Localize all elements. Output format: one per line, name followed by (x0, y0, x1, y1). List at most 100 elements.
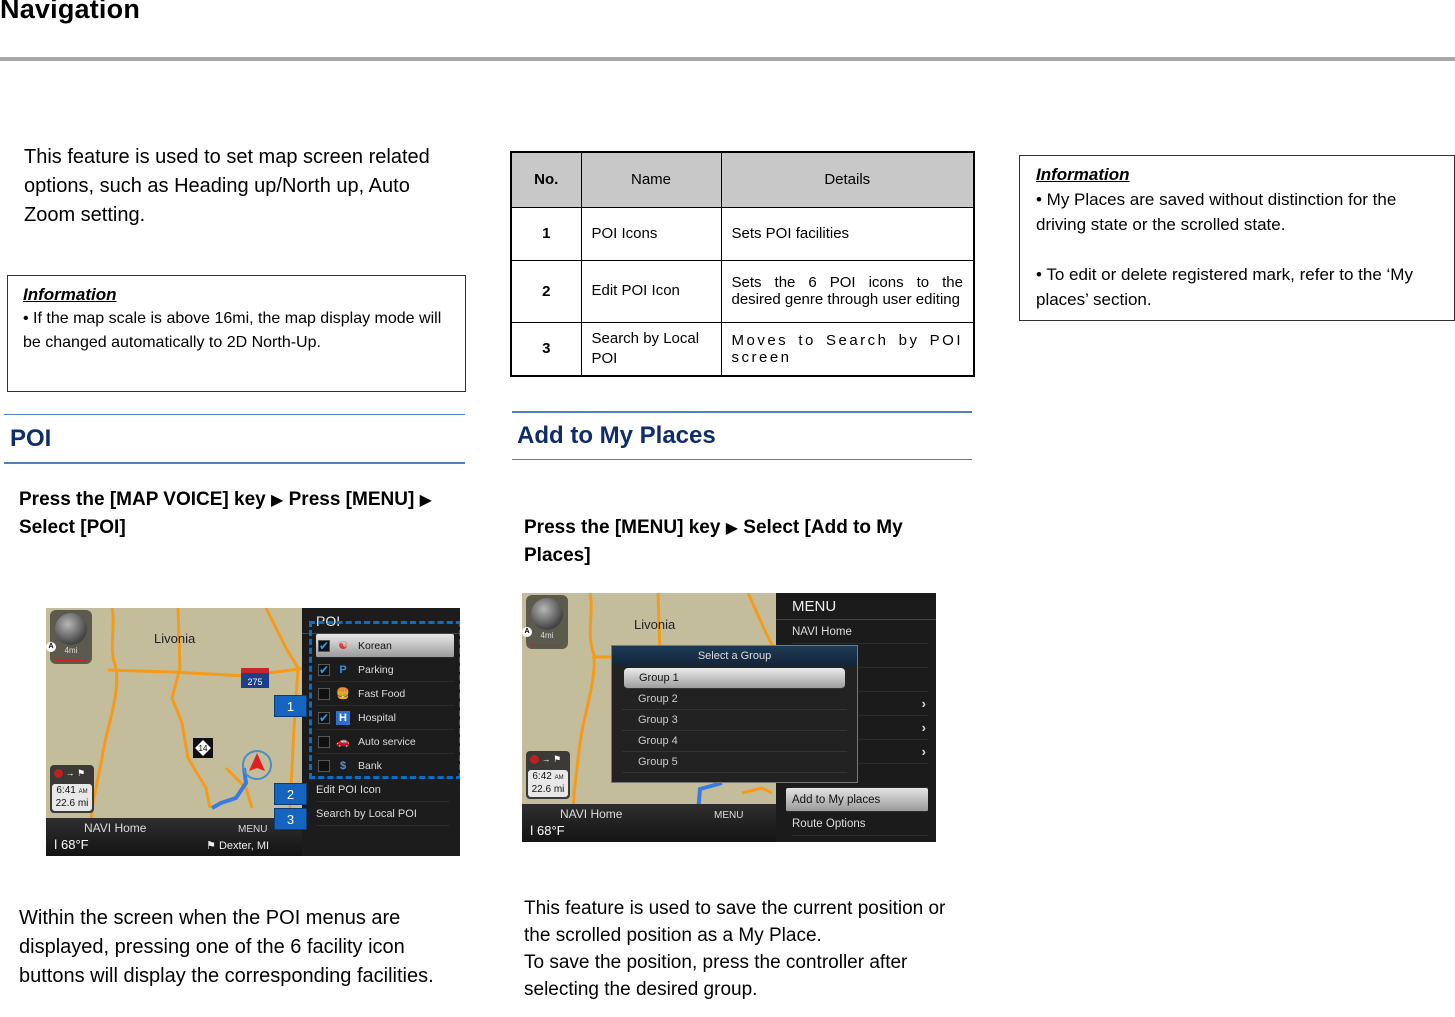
table-row: 1 POI Icons Sets POI facilities (510, 206, 975, 261)
eta-time: 6:41 (56, 785, 76, 796)
vehicle-position-icon (249, 753, 265, 771)
intro-paragraph: This feature is used to set map screen r… (24, 146, 430, 226)
temperature-value: 68°F (537, 823, 565, 838)
eta-icons: → ⚑ (52, 767, 92, 780)
scale-bar (56, 658, 86, 661)
cell-no: 1 (510, 206, 582, 261)
chevron-right-icon: › (921, 696, 926, 711)
title-divider (0, 57, 1455, 61)
compass-widget[interactable]: A 4mi (46, 610, 92, 664)
map-scale: 4mi (64, 646, 78, 655)
instruction-step: Press [MENU] (288, 489, 415, 510)
poi-description: Within the screen when the POI menus are… (19, 907, 434, 987)
info-bullet: • To edit or delete registered mark, ref… (1036, 265, 1413, 309)
info-bullet: • My Places are saved without distinctio… (1036, 190, 1397, 234)
map-bottom-bar: NAVI Home MENU ǀ 68°F ⚑ Dexter, MI (46, 818, 302, 856)
compass-icon (531, 598, 563, 630)
select-group-dialog: Select a Group Group 1 Group 2 Group 3 Grou… (611, 645, 858, 783)
instruction-step: Select [POI] (19, 517, 126, 538)
map-bottom-bar: NAVI Home MENU ǀ 68°F (522, 804, 782, 842)
poi-instruction: Press the [MAP VOICE] key ▶ Press [MENU]… (19, 486, 469, 541)
section-heading-add-to-my-places: Add to My Places (512, 411, 972, 460)
table-row: 3 Search by Local POI Moves to Search by… (510, 321, 975, 377)
cell-no: 2 (510, 259, 582, 323)
scale-bar (532, 643, 562, 646)
column-header-no: No. (510, 151, 582, 208)
menu-item-label: Add to My places (792, 794, 881, 806)
temperature-value: 68°F (61, 837, 89, 852)
add-description: This feature is used to save the current… (524, 895, 974, 1003)
map-scale: 4mi (540, 631, 554, 640)
menu-panel-title: MENU (776, 593, 936, 620)
cell-no: 3 (510, 321, 582, 377)
city-label: Livonia (154, 631, 196, 646)
menu-item[interactable]: Route Options (792, 812, 928, 836)
compass-icon (55, 613, 87, 645)
group-item[interactable]: Group 1 (624, 668, 845, 689)
alarm-icon (54, 769, 63, 779)
group-item[interactable]: Group 4 (622, 731, 847, 752)
info-box-map-scale: Information • If the map scale is above … (7, 275, 466, 392)
alarm-icon (530, 755, 539, 765)
group-item[interactable]: Group 3 (622, 710, 847, 731)
eta-ampm: AM (78, 789, 88, 795)
thermometer-icon: ǀ (530, 823, 534, 838)
poi-options-table: No. Name Details 1 POI Icons Sets POI fa… (510, 151, 975, 377)
poi-screenshot: 275 14 A 4mi Livonia → ⚑ 6:41 AM 22.6 mi… (46, 608, 460, 856)
dialog-title: Select a Group (612, 646, 857, 666)
poi-icons-highlight (309, 621, 460, 779)
add-instruction: Press the [MENU] key ▶ Select [Add to My… (524, 514, 944, 569)
description-line: To save the position, press the controll… (524, 952, 908, 1000)
group-item[interactable]: Group 2 (622, 689, 847, 710)
temperature: ǀ 68°F (530, 823, 565, 838)
eta-time: 6:42 (532, 771, 552, 782)
group-item[interactable]: Group 5 (622, 752, 847, 773)
eta-ampm: AM (554, 775, 564, 781)
table-header-row: No. Name Details (510, 151, 975, 208)
cell-details: Moves to Search by POI screen (720, 321, 975, 377)
cell-details: Sets POI facilities (720, 206, 975, 261)
eta-distance: 22.6 mi (531, 784, 565, 795)
route-14-label: 14 (199, 744, 208, 753)
menu-item[interactable]: NAVI Home (792, 620, 928, 644)
menu-item-label: Route Options (792, 818, 866, 830)
destination: ⚑ Dexter, MI (206, 839, 269, 852)
eta-widget[interactable]: → ⚑ 6:42 AM 22.6 mi (526, 751, 570, 799)
menu-button[interactable]: MENU (238, 824, 267, 835)
navi-home-button[interactable]: NAVI Home (560, 807, 622, 821)
cell-details: Sets the 6 POI icons to the desired genr… (720, 259, 975, 323)
checkered-flag-icon: ⚑ (206, 840, 216, 852)
search-local-poi-button[interactable]: Search by Local POI (316, 802, 450, 826)
cell-name: POI Icons (580, 206, 722, 261)
column-header-details: Details (720, 151, 975, 208)
eta-icons: → ⚑ (528, 753, 568, 766)
info-title: Information (23, 285, 117, 304)
add-my-places-screenshot: A 4mi Livonia → ⚑ 6:42 AM 22.6 mi NAVI H… (522, 593, 936, 842)
page-title: Navigation (0, 0, 141, 24)
table-row: 2 Edit POI Icon Sets the 6 POI icons to … (510, 259, 975, 323)
cell-name: Edit POI Icon (580, 259, 722, 323)
arrow-right-icon: ▶ (725, 520, 738, 537)
edit-poi-icon-button[interactable]: Edit POI Icon (316, 778, 450, 802)
menu-item[interactable]: Add to My places (786, 788, 928, 812)
eta-distance: 22.6 mi (55, 798, 89, 809)
callout-3: 3 (274, 808, 307, 830)
arrow-right-icon: ▶ (271, 492, 284, 509)
eta-widget[interactable]: → ⚑ 6:41 AM 22.6 mi (50, 765, 94, 813)
info-title: Information (1036, 165, 1130, 184)
column-header-name: Name (580, 151, 722, 208)
instruction-step: Press the [MENU] key (524, 517, 721, 538)
chevron-right-icon: › (921, 720, 926, 735)
temperature: ǀ 68°F (54, 837, 89, 852)
callout-2: 2 (274, 783, 307, 805)
description-line: This feature is used to save the current… (524, 898, 946, 946)
navi-home-button[interactable]: NAVI Home (84, 821, 146, 835)
section-heading-poi: POI (4, 414, 465, 464)
highway-275-label: 275 (247, 677, 262, 687)
menu-button[interactable]: MENU (714, 810, 743, 821)
destination-name: Dexter, MI (218, 840, 270, 852)
info-bullet: • If the map scale is above 16mi, the ma… (23, 310, 442, 351)
thermometer-icon: ǀ (54, 837, 58, 852)
chevron-right-icon: › (921, 744, 926, 759)
compass-widget[interactable]: A 4mi (522, 595, 568, 649)
